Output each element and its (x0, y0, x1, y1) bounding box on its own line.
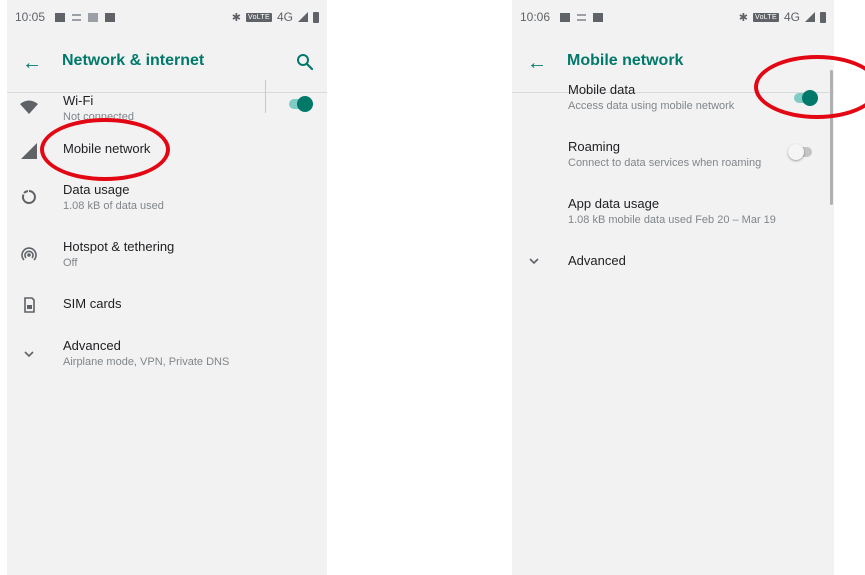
bluetooth-icon: ✱ (231, 11, 241, 24)
wifi-item[interactable]: Wi-Fi Not connected (7, 80, 327, 137)
mobile-data-subtitle: Access data using mobile network (568, 100, 735, 112)
wifi-icon (17, 97, 41, 121)
status-bar: 10:05 ✱ VoLTE 4G (7, 0, 327, 34)
app-data-usage-subtitle: 1.08 kB mobile data used Feb 20 – Mar 19 (568, 214, 776, 226)
data-usage-icon (17, 185, 41, 209)
hotspot-item[interactable]: Hotspot & tethering Off (7, 239, 327, 279)
notification-icon (88, 12, 99, 22)
mobile-network-title: Mobile network (63, 141, 151, 156)
notification-icon (593, 12, 604, 22)
roaming-title: Roaming (568, 139, 621, 154)
notification-icon (72, 13, 82, 21)
back-arrow-icon[interactable]: ← (20, 51, 44, 75)
mobile-network-screen: 10:06 ✱ VoLTE 4G ← Mobile network Mobile… (512, 0, 834, 575)
roaming-toggle[interactable] (788, 144, 814, 160)
notification-icon (577, 13, 587, 21)
sim-cards-item[interactable]: SIM cards (7, 294, 327, 322)
status-bar: 10:06 ✱ VoLTE 4G (512, 0, 834, 34)
chevron-down-icon (17, 342, 41, 366)
status-time: 10:06 (520, 10, 551, 24)
roaming-item[interactable]: Roaming Connect to data services when ro… (512, 139, 834, 179)
back-arrow-icon[interactable]: ← (525, 51, 549, 75)
wifi-title: Wi-Fi (63, 93, 94, 108)
mobile-data-item[interactable]: Mobile data Access data using mobile net… (512, 82, 834, 122)
advanced-item[interactable]: Advanced (512, 249, 834, 277)
data-usage-item[interactable]: Data usage 1.08 kB of data used (7, 182, 327, 222)
page-title: Network & internet (62, 52, 205, 69)
advanced-title: Advanced (63, 338, 121, 353)
chevron-down-icon (522, 249, 546, 273)
mobile-data-toggle[interactable] (792, 90, 818, 106)
wifi-subtitle: Not connected (63, 111, 134, 123)
signal-icon (17, 139, 41, 163)
hotspot-title: Hotspot & tethering (63, 239, 175, 254)
battery-icon (820, 11, 826, 23)
divider (265, 80, 266, 113)
data-usage-subtitle: 1.08 kB of data used (63, 200, 164, 212)
bluetooth-icon: ✱ (738, 11, 748, 24)
app-data-usage-title: App data usage (568, 196, 660, 211)
volte-icon: VoLTE (245, 12, 272, 22)
roaming-subtitle: Connect to data services when roaming (568, 157, 762, 169)
status-time: 10:05 (15, 10, 46, 24)
advanced-item[interactable]: Advanced Airplane mode, VPN, Private DNS (7, 338, 327, 378)
sim-card-icon (17, 293, 41, 317)
wifi-toggle[interactable] (287, 96, 313, 112)
mobile-data-title: Mobile data (568, 82, 636, 97)
notification-icon (105, 12, 116, 22)
notification-icon (55, 12, 66, 22)
hotspot-icon (17, 243, 41, 267)
notification-icon (560, 12, 571, 22)
signal-strength-icon (298, 12, 308, 22)
advanced-title: Advanced (568, 253, 626, 268)
advanced-subtitle: Airplane mode, VPN, Private DNS (63, 356, 230, 368)
volte-icon: VoLTE (752, 12, 779, 22)
network-type: 4G (276, 10, 293, 24)
page-title: Mobile network (567, 52, 684, 69)
app-data-usage-item[interactable]: App data usage 1.08 kB mobile data used … (512, 196, 834, 236)
signal-strength-icon (805, 12, 815, 22)
app-bar: ← Network & internet (7, 34, 327, 93)
data-usage-title: Data usage (63, 182, 130, 197)
search-icon[interactable] (293, 50, 317, 74)
network-internet-screen: 10:05 ✱ VoLTE 4G ← Network & internet Wi… (7, 0, 327, 575)
sim-cards-title: SIM cards (63, 296, 122, 311)
mobile-network-item[interactable]: Mobile network (7, 139, 327, 169)
network-type: 4G (783, 10, 800, 24)
hotspot-subtitle: Off (63, 257, 78, 269)
battery-icon (313, 11, 319, 23)
